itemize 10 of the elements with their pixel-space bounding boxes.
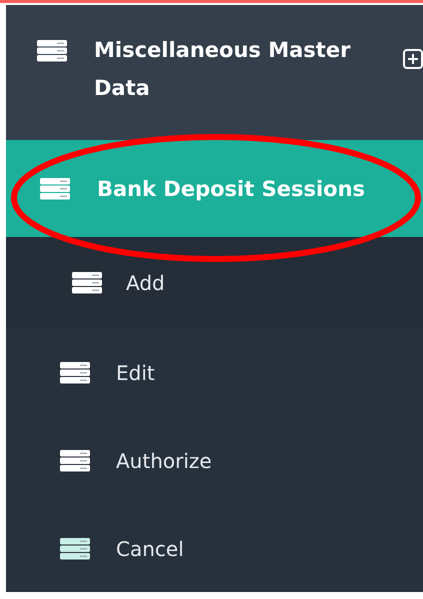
expand-icon[interactable]: [403, 49, 423, 69]
menu-title: Miscellaneous Master Data: [94, 37, 352, 102]
server-icon: [37, 40, 67, 62]
menu-item[interactable]: Cancel: [116, 537, 184, 561]
submenu-row[interactable]: Add: [6, 237, 423, 329]
submenu-item[interactable]: Add: [126, 271, 165, 295]
server-icon: [72, 272, 102, 294]
menu-header[interactable]: Miscellaneous Master Data: [6, 5, 423, 140]
menu-item[interactable]: Authorize: [116, 449, 212, 473]
menu-item[interactable]: Edit: [116, 361, 155, 385]
